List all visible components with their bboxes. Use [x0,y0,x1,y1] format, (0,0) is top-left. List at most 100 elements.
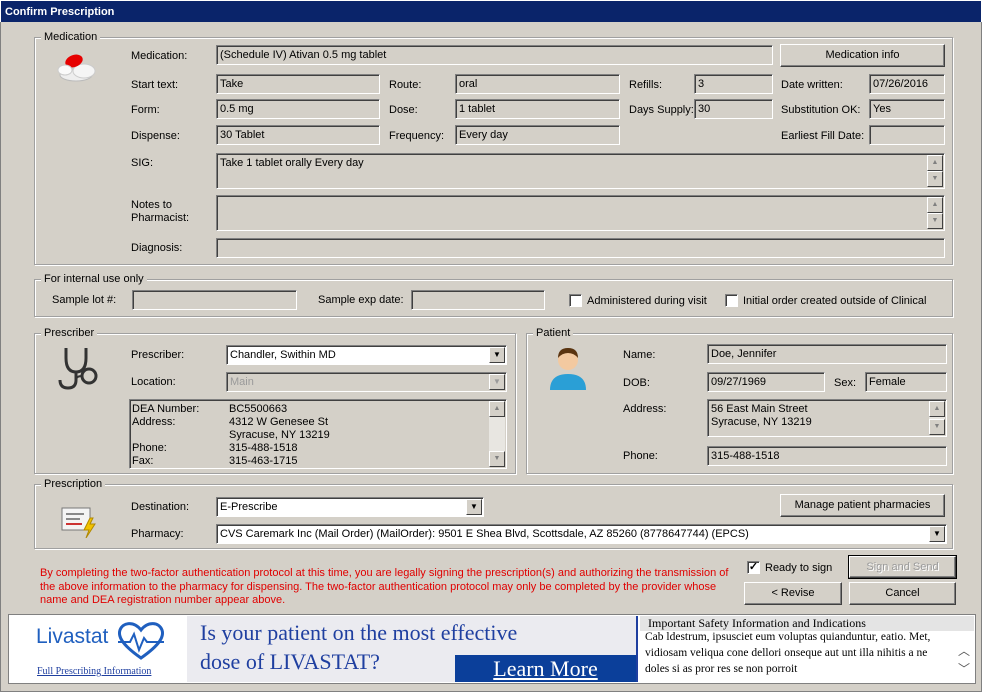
patient-phone-label: Phone: [623,450,658,462]
initial-order-label: Initial order created outside of Clinica… [743,295,927,307]
destination-select[interactable]: E-Prescribe ▼ [216,497,484,517]
earliest-fill-field [869,125,945,145]
chevron-up-icon[interactable]: ︿ [958,642,970,659]
ready-to-sign-checkbox[interactable]: ✓ [747,561,760,574]
pharmacy-select[interactable]: CVS Caremark Inc (Mail Order) (MailOrder… [216,524,947,544]
start-text-field: Take [216,74,380,94]
address-line1: 4312 W Genesee St [229,416,329,428]
diagnosis-field [216,238,945,258]
scroll-down-icon[interactable]: ▼ [927,171,943,187]
scroll-down-icon[interactable]: ▼ [489,451,505,467]
scroll-down-icon[interactable]: ▼ [929,419,945,435]
scroll-up-icon[interactable]: ▲ [489,401,505,417]
medication-label: Medication: [131,50,188,62]
date-written-label: Date written: [781,79,843,91]
learn-more-button[interactable]: Learn More [455,655,636,682]
patient-address-label: Address: [623,403,667,415]
phone-value: 315-488-1518 [229,442,298,454]
location-select: Main ▼ [226,372,507,392]
sig-text: Take 1 tablet orally Every day [220,157,364,169]
substitution-label: Substitution OK: [781,104,861,116]
sample-exp-label: Sample exp date: [318,294,404,306]
sig-field: Take 1 tablet orally Every day ▲ ▼ [216,153,945,189]
patient-address-line2: Syracuse, NY 13219 [711,416,812,428]
prescriber-select-value: Chandler, Swithin MD [230,349,336,361]
cancel-button[interactable]: Cancel [849,582,956,605]
scroll-up-icon[interactable]: ▲ [927,197,943,213]
administered-checkbox[interactable] [569,294,582,307]
patient-dob-label: DOB: [623,377,650,389]
frequency-field: Every day [455,125,620,145]
earliest-fill-label: Earliest Fill Date: [781,130,865,142]
sig-label: SIG: [131,157,154,169]
initial-order-checkbox[interactable] [725,294,738,307]
prescriber-group-label: Prescriber [41,327,98,340]
title-bar: Confirm Prescription [0,0,982,22]
destination-label: Destination: [131,501,190,513]
patient-name-label: Name: [623,349,656,361]
form-label: Form: [131,104,160,116]
window-title: Confirm Prescription [5,6,115,18]
chevron-down-icon[interactable]: ▼ [489,347,505,363]
patient-group-label: Patient [533,327,574,340]
frequency-label: Frequency: [389,130,445,142]
scroll-down-icon[interactable]: ▼ [927,213,943,229]
legal-notice: By completing the two-factor authenticat… [40,567,729,606]
revise-button[interactable]: < Revise [744,582,842,605]
patient-address-scrollbar[interactable]: ▲ ▼ [929,401,945,435]
ready-to-sign-label: Ready to sign [765,562,833,574]
safety-text: Cab ldestrum, ipsusciet eum voluptas qui… [645,631,931,675]
patient-name-field: Doe, Jennifer [707,344,947,364]
start-text-label: Start text: [131,79,179,91]
address-line2: Syracuse, NY 13219 [229,429,330,441]
prescriber-details-scrollbar[interactable]: ▲ ▼ [489,401,505,467]
notes-scrollbar[interactable]: ▲ ▼ [927,197,943,229]
chevron-down-icon[interactable]: ▼ [929,526,945,542]
days-supply-field: 30 [694,99,773,119]
sample-lot-field[interactable] [132,290,297,310]
route-label: Route: [389,79,422,91]
manage-pharmacies-button[interactable]: Manage patient pharmacies [780,494,945,517]
scroll-up-icon[interactable]: ▲ [929,401,945,417]
pills-icon [57,54,96,82]
dea-label: DEA Number: [132,403,200,415]
stethoscope-icon [58,348,98,390]
notes-label: Notes to Pharmacist: [131,199,190,224]
ad-headline-panel: Is your patient on the most effective do… [187,616,636,682]
dispense-label: Dispense: [131,130,180,142]
patient-sex-label: Sex: [834,377,857,389]
ad-headline-line2: dose of LIVASTAT? [200,649,380,674]
sign-and-send-button[interactable]: Sign and Send [848,555,957,579]
medication-info-button[interactable]: Medication info [780,44,945,67]
notes-field[interactable]: ▲ ▼ [216,195,945,231]
refills-field: 3 [694,74,773,94]
ad-divider [636,616,638,682]
safety-scrollbar[interactable]: ︿ ﹀ [954,632,974,682]
location-select-value: Main [230,376,254,388]
heart-pulse-icon [118,622,164,660]
phone-label: Phone: [132,442,167,454]
patient-dob-field: 09/27/1969 [707,372,825,392]
prescriber-select[interactable]: Chandler, Swithin MD ▼ [226,345,507,365]
refills-label: Refills: [629,79,663,91]
sample-exp-field[interactable] [411,290,545,310]
patient-avatar-icon [550,348,586,390]
administered-label: Administered during visit [587,295,707,307]
patient-phone-field: 315-488-1518 [707,446,947,466]
sig-scrollbar[interactable]: ▲ ▼ [927,155,943,187]
dose-label: Dose: [389,104,418,116]
chevron-down-icon[interactable]: ﹀ [958,660,970,677]
medication-field: (Schedule IV) Ativan 0.5 mg tablet [216,45,773,65]
safety-info-panel: Important Safety Information and Indicat… [640,616,974,682]
full-prescribing-link[interactable]: Full Prescribing Information [37,666,151,677]
dose-field: 1 tablet [455,99,620,119]
address-label: Address: [132,416,176,428]
chevron-down-icon[interactable]: ▼ [466,499,482,515]
ad-headline-line1: Is your patient on the most effective [200,620,518,645]
patient-sex-field: Female [865,372,947,392]
patient-address-field: 56 East Main Street Syracuse, NY 13219 ▲… [707,399,947,437]
scroll-up-icon[interactable]: ▲ [927,155,943,171]
substitution-field: Yes [869,99,945,119]
chevron-down-icon: ▼ [489,374,505,390]
date-written-field: 07/26/2016 [869,74,945,94]
